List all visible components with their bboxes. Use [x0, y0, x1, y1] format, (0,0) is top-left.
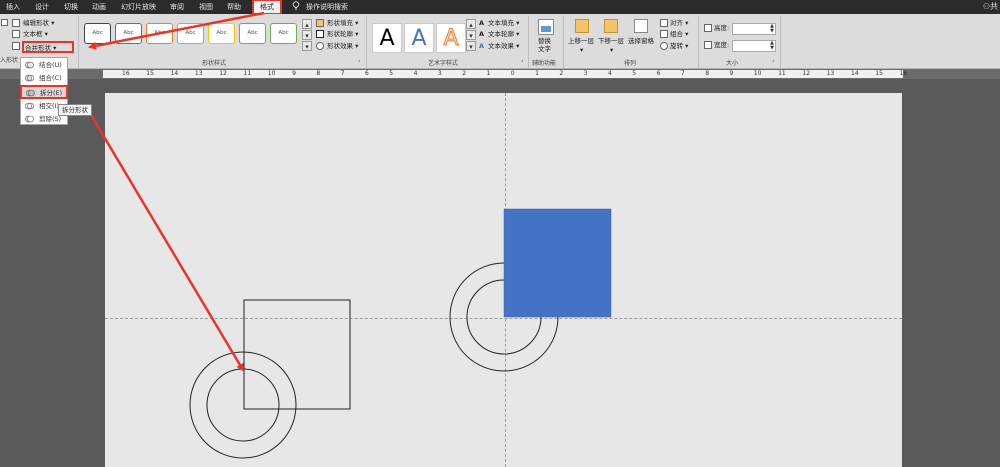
menu-item-union[interactable]: 结合(U)	[21, 59, 67, 71]
menu-item-combine[interactable]: 组合(C)	[21, 72, 67, 84]
subtract-icon	[25, 115, 34, 123]
fragment-tooltip: 拆分形状	[58, 104, 92, 116]
blue-rectangle-shape[interactable]	[503, 208, 612, 318]
annotation-arrow-format-tab	[88, 11, 265, 50]
slide-shapes	[57, 11, 612, 459]
menu-item-fragment[interactable]: 拆分(E)	[20, 85, 68, 99]
annotation-arrow-split	[86, 109, 245, 372]
combine-icon	[25, 74, 34, 82]
fragment-icon	[26, 89, 35, 97]
inner-circle-shape[interactable]	[206, 368, 280, 442]
intersect-icon	[25, 102, 34, 110]
powerpoint-window: 插入 设计 切换 动画 幻灯片放映 审阅 视图 帮助 格式 操作说明搜索 ⚇共 …	[0, 0, 1000, 467]
union-icon	[25, 61, 34, 69]
